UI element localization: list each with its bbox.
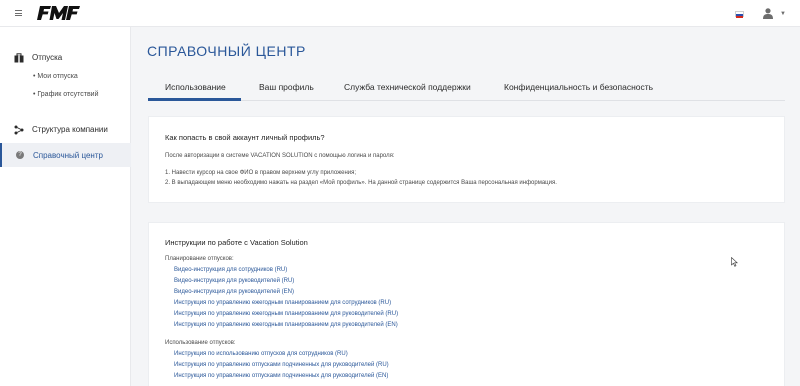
tab-bar: Использование Ваш профиль Служба техниче… [148,75,785,101]
sidebar-item-label: Справочный центр [33,151,103,160]
mouse-cursor-icon [731,257,738,267]
user-avatar-icon[interactable] [762,7,774,19]
tab-tech-support[interactable]: Служба технической поддержки [344,82,471,92]
instruction-link[interactable]: Инструкция по управлению ежегодным плани… [174,311,398,317]
briefcase-icon [14,53,24,63]
language-flag-icon[interactable] [735,11,744,18]
card-intro: После авторизации в системе VACATION SOL… [165,153,395,159]
card-title: Инструкции по работе с Vacation Solution [165,238,308,247]
instruction-link[interactable]: Инструкция по использованию отпусков для… [174,351,348,357]
instruction-link[interactable]: Инструкция по управлению ежегодным плани… [174,300,391,306]
tab-your-profile[interactable]: Ваш профиль [259,82,314,92]
instruction-link[interactable]: Инструкция по управлению ежегодным плани… [174,322,398,328]
instruction-link[interactable]: Видео-инструкция для сотрудников (RU) [174,267,287,273]
fmf-logo[interactable] [36,4,82,22]
menu-icon[interactable] [15,10,22,16]
instruction-link[interactable]: Видео-инструкция для руководителей (RU) [174,278,294,284]
sidebar-item-company-structure[interactable]: Структура компании [0,122,131,138]
instruction-link[interactable]: Инструкция по управлению отпусками подчи… [174,362,389,368]
page-title: СПРАВОЧНЫЙ ЦЕНТР [147,43,306,59]
usage-section-label: Использование отпусков: [165,340,236,346]
instruction-link[interactable]: Инструкция по управлению отпусками подчи… [174,373,388,379]
card-title: Как попасть в свой аккаунт личный профил… [165,133,325,142]
org-structure-icon [14,125,24,135]
tab-usage[interactable]: Использование [165,82,226,92]
sidebar-subitem-my-vacations[interactable]: • Мои отпуска [33,73,78,80]
sidebar: Отпуска • Мои отпуска • График отсутстви… [0,27,131,386]
planning-section-label: Планирование отпусков: [165,256,234,262]
sidebar-item-label: Отпуска [32,53,63,62]
sidebar-item-vacations[interactable]: Отпуска [0,50,131,66]
faq-card-profile: Как попасть в свой аккаунт личный профил… [148,116,785,203]
active-tab-indicator [148,98,241,101]
sidebar-item-label: Структура компании [32,125,108,134]
tab-privacy-security[interactable]: Конфиденциальность и безопасность [504,82,653,92]
sidebar-subitem-absence-schedule[interactable]: • График отсутствий [33,91,99,98]
instruction-link[interactable]: Видео-инструкция для руководителей (EN) [174,289,294,295]
card-step: 2. В выпадающем меню необходимо нажать н… [165,180,557,186]
top-bar: ▼ [0,0,800,27]
instructions-card: Инструкции по работе с Vacation Solution… [148,222,785,386]
sidebar-item-help-center[interactable]: ? Справочный центр [0,143,131,167]
card-step: 1. Навести курсор на свое ФИО в правом в… [165,170,357,176]
question-circle-icon: ? [16,151,24,159]
chevron-down-icon[interactable]: ▼ [780,11,786,17]
